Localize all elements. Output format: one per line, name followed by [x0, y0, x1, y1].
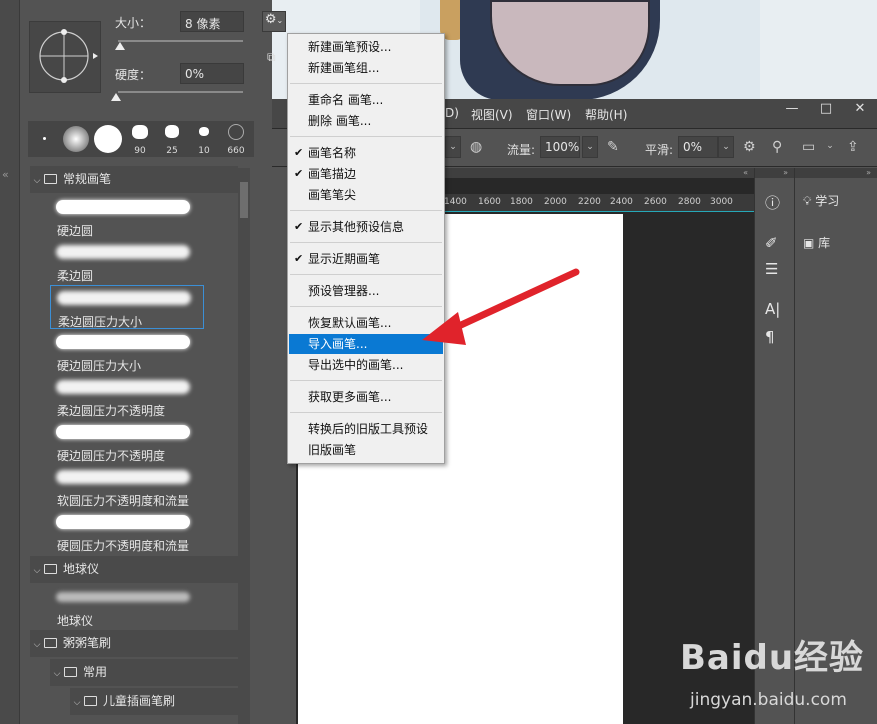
annotation-arrow — [422, 268, 580, 345]
watermark-url: jingyan.baidu.com — [690, 690, 847, 710]
baidu-watermark: Baidu经验 jingyan.baidu.com — [680, 630, 870, 720]
screenshot-stage: D) 视图(V) 窗口(W) 帮助(H) — □ ✕ ⌄ ◍ 流量: 100% … — [0, 0, 877, 724]
watermark-logo: Baidu经验 — [680, 638, 865, 678]
